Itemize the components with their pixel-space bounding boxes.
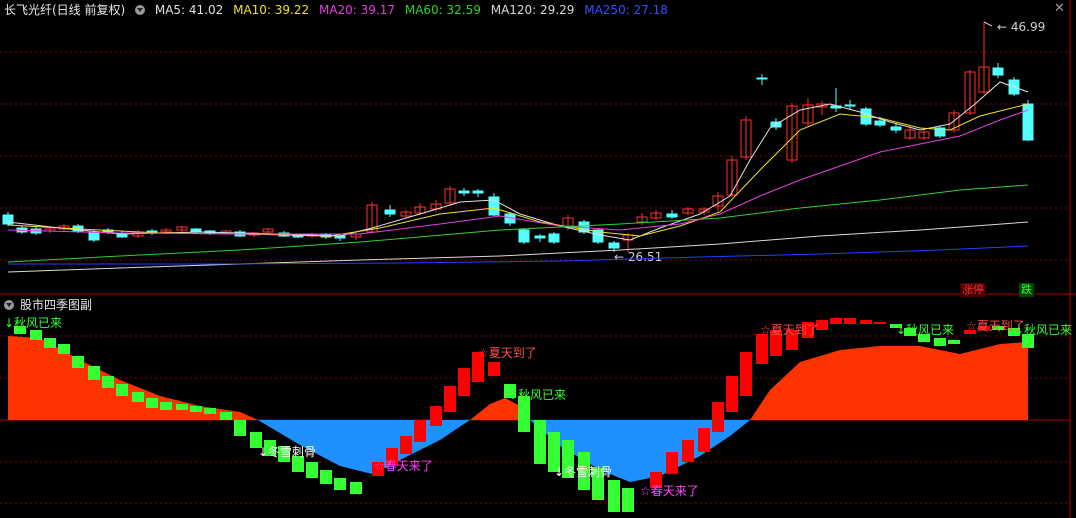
candle-body [608,242,620,249]
panel-menu-icon[interactable] [135,5,146,15]
warm-area [750,342,1028,420]
rise-block [698,428,710,452]
candle-body [534,235,546,239]
rise-block [740,352,752,396]
ma60-value: MA60: 32.59 [404,3,481,17]
fall-block [948,340,960,344]
candle-body [992,67,1004,76]
candle-body [756,77,768,80]
main-header: 长飞光纤(日线 前复权) MA5: 41.02 MA10: 39.22 MA20… [4,2,674,18]
fall-block [220,412,232,420]
fall-block [146,398,158,408]
fall-block [320,470,332,484]
rise-block [844,318,856,324]
autumn-label: ↓秋风已来 [508,388,566,402]
fall-block [350,482,362,494]
summer-label: ☆夏天到了 [478,346,537,360]
fall-block [116,384,128,396]
candle-body [548,233,560,243]
fall-block [102,376,114,388]
spring-label: ☆春天来了 [640,484,699,498]
season-indicator-panel: ↓秋风已来 ↓冬雪刺骨 ☆春天来了 ☆夏天到了 ↓秋风已来 ↓冬雪刺骨 ☆春天来了 ☆夏天到了… [4,316,1072,512]
rise-block [830,318,842,324]
sub-panel-title: 股市四季图副 [20,298,93,312]
rise-block [430,406,442,426]
rise-block [756,334,768,364]
fall-block [72,356,84,368]
low-price-label: ← 26.51 [614,250,662,264]
high-price-label: ← 46.99 [997,20,1045,34]
candle-body [458,190,470,194]
candle-body [472,190,484,194]
rise-block [414,420,426,442]
sub-header: 股市四季图副 [4,297,98,313]
rise-block [726,376,738,412]
autumn-label: ↓秋风已来 [896,323,954,337]
fall-block [608,480,620,512]
fall-block [934,338,946,346]
moving-average-lines [7,81,1029,273]
winter-label: ↓冬雪刺骨 [554,464,612,479]
autumn-label: ↓秋风已来 [4,316,62,330]
candlesticks: ← 46.99 ← 26.51 [2,20,1045,264]
candle-body [666,213,678,218]
autumn-label: ↓秋风已来 [1014,323,1072,337]
candle-body [890,126,902,131]
rise-block [488,362,500,376]
rise-block [682,440,694,462]
fall-block [190,406,202,412]
stock-title: 长飞光纤(日线 前复权) [4,3,126,17]
winter-label: ↓冬雪刺骨 [258,444,316,459]
panel-menu-icon[interactable] [4,300,14,310]
candle-body [844,104,856,107]
ting-label: 停 [973,283,984,296]
fall-block [30,330,42,340]
rise-block [874,322,886,324]
rise-block [860,320,872,324]
high-marker [983,21,993,27]
rise-block [400,436,412,454]
ma250-value: MA250: 27.18 [584,3,668,17]
candle-body [874,120,886,126]
fall-block [534,420,546,464]
down-tag: 跌 [1019,283,1034,297]
ma5-value: MA5: 41.02 [154,3,224,17]
fall-block [160,402,172,410]
candle-body [88,232,100,241]
summer-label: ☆夏天到了 [760,323,819,337]
ma60-line [7,184,1029,263]
ma20-value: MA20: 39.17 [318,3,396,17]
ma5-line [7,81,1029,241]
fall-block [88,366,100,380]
candle-body [384,209,396,215]
limit-up-tag: 涨停 [960,283,986,297]
fall-block [176,404,188,410]
fall-block [234,420,246,436]
rise-block [712,402,724,432]
zhang-label: 涨 [962,283,973,296]
rise-block [444,386,456,412]
fall-block [204,408,216,414]
stock-chart[interactable]: ← 46.99← 26.51 ↓秋风已来↓冬雪刺骨☆春天来了☆夏天到了↓秋风已来… [0,0,1076,518]
rise-block [666,452,678,474]
spring-label: ☆春天来了 [374,459,433,473]
fall-block [334,478,346,490]
ma10-value: MA10: 39.22 [233,3,310,17]
ma120-value: MA120: 29.29 [490,3,575,17]
candle-body [1022,103,1034,141]
fall-block [132,392,144,402]
rise-block [458,368,470,396]
close-icon[interactable]: ✕ [1054,2,1068,15]
fall-block [58,344,70,354]
fall-block [44,338,56,348]
fall-block [622,488,634,512]
fall-block [306,462,318,478]
candle-body [518,229,530,243]
